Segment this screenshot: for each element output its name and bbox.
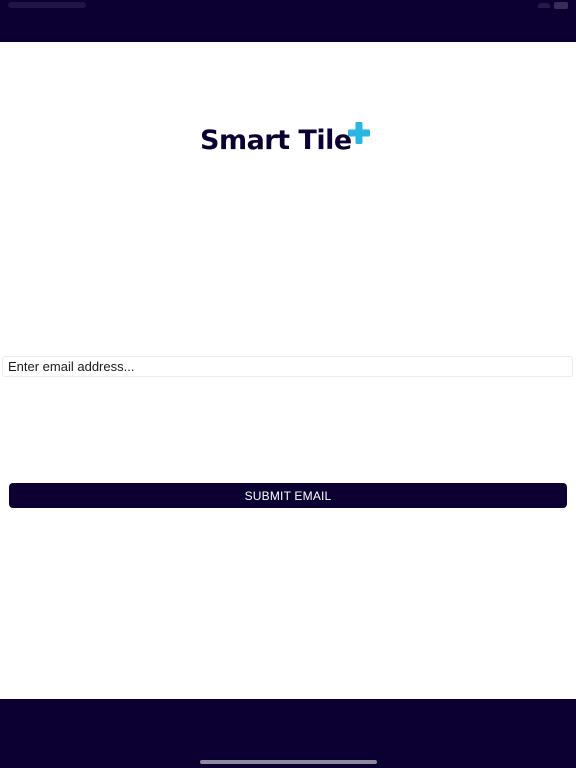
logo-text: Smart Tile <box>200 124 352 156</box>
submit-email-button[interactable]: SUBMIT EMAIL <box>9 483 567 508</box>
status-bar <box>0 0 576 12</box>
email-input[interactable] <box>2 356 573 377</box>
header-bar <box>0 0 576 42</box>
plus-icon <box>347 122 370 144</box>
wifi-icon <box>538 3 550 8</box>
home-indicator[interactable] <box>200 760 377 764</box>
footer-bar <box>0 699 576 768</box>
smart-tile-logo: Smart Tile <box>200 120 371 160</box>
battery-icon <box>554 2 568 9</box>
status-time <box>8 2 86 8</box>
status-indicators <box>528 2 568 9</box>
